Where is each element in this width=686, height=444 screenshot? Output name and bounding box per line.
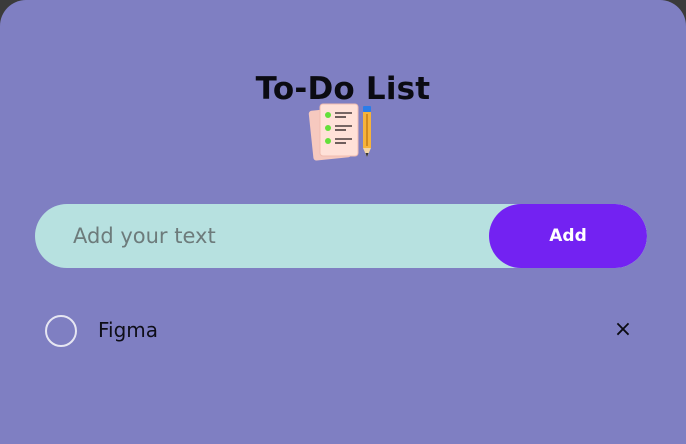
task-label[interactable]: Figma xyxy=(98,314,158,346)
todo-app-card: To-Do List Add your text Add Figma × xyxy=(0,0,686,444)
add-task-bar: Add xyxy=(35,204,647,268)
list-item: Figma × xyxy=(0,300,686,362)
checklist-with-pencil-icon xyxy=(306,101,378,163)
task-list: Figma × xyxy=(0,300,686,362)
unchecked-circle-icon[interactable] xyxy=(45,315,77,347)
close-icon[interactable]: × xyxy=(608,314,638,346)
task-input[interactable] xyxy=(35,204,475,268)
add-button[interactable]: Add xyxy=(489,204,647,268)
